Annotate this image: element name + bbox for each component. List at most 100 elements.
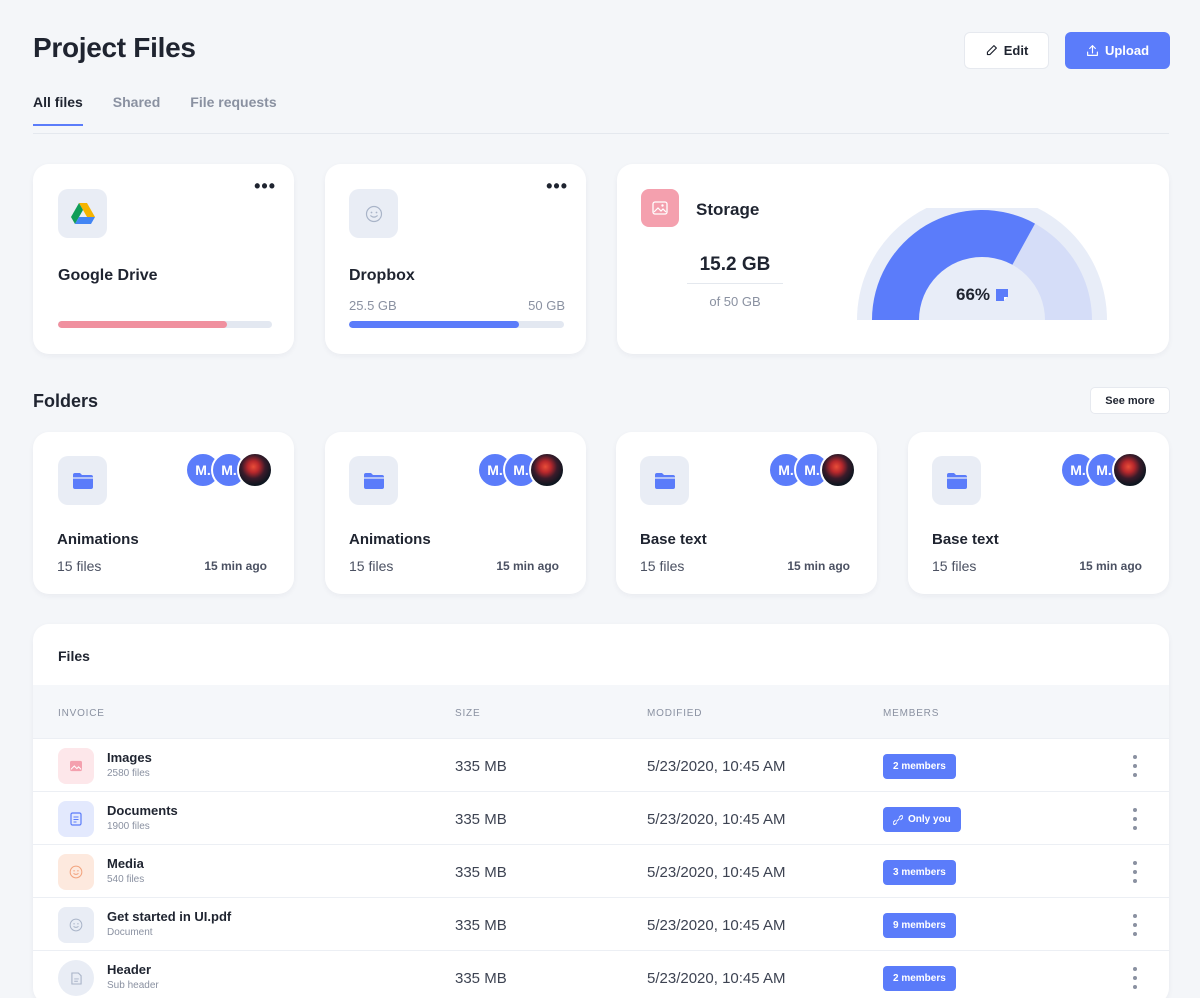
cloud-name: Dropbox: [349, 267, 415, 284]
folder-name: Base text: [640, 531, 707, 548]
folder-icon: [349, 456, 398, 505]
smiley-icon: [58, 854, 94, 890]
file-name: Get started in UI.pdf: [107, 909, 232, 924]
member-avatars: M. M.: [768, 452, 856, 488]
folder-name: Animations: [349, 531, 431, 548]
folder-modified: 15 min ago: [1079, 559, 1142, 573]
upload-icon: [1087, 45, 1098, 56]
avatar-photo: [237, 452, 273, 488]
storage-percent: 66%: [956, 285, 1009, 305]
folder-icon: [640, 456, 689, 505]
table-row[interactable]: Header Sub header 335 MB 5/23/2020, 10:4…: [33, 950, 1169, 998]
link-icon: [893, 814, 903, 825]
file-size: 335 MB: [455, 917, 507, 934]
file-name: Documents: [107, 803, 178, 818]
file-sub: 1900 files: [107, 821, 150, 832]
file-modified: 5/23/2020, 10:45 AM: [647, 864, 786, 881]
page-title: Project Files: [33, 32, 196, 63]
file-name: Media: [107, 856, 144, 871]
file-sub: 540 files: [107, 874, 145, 885]
tab-file-requests[interactable]: File requests: [190, 94, 276, 126]
edit-button[interactable]: Edit: [964, 32, 1049, 69]
folder-name: Animations: [57, 531, 139, 548]
image-icon: [58, 748, 94, 784]
files-title: Files: [58, 648, 90, 664]
image-icon: [641, 189, 679, 227]
members-badge[interactable]: 2 members: [883, 754, 956, 779]
file-size: 335 MB: [455, 811, 507, 828]
table-row[interactable]: Documents 1900 files 335 MB 5/23/2020, 1…: [33, 791, 1169, 844]
folder-card[interactable]: M. M. Animations 15 files 15 min ago: [325, 432, 586, 594]
folders-title: Folders: [33, 391, 99, 411]
more-options-icon[interactable]: •••: [546, 176, 568, 197]
google-drive-usage-bar: [58, 321, 272, 328]
upload-button[interactable]: Upload: [1065, 32, 1170, 69]
folder-card[interactable]: M. M. Base text 15 files 15 min ago: [908, 432, 1169, 594]
dropbox-usage-bar: [349, 321, 564, 328]
upload-label: Upload: [1104, 43, 1150, 58]
storage-title: Storage: [696, 200, 760, 219]
avatar-photo: [820, 452, 856, 488]
member-avatars: M. M.: [185, 452, 273, 488]
folder-modified: 15 min ago: [204, 559, 267, 573]
file-size: 335 MB: [455, 864, 507, 881]
file-sub: 2580 files: [107, 768, 150, 779]
members-badge[interactable]: Only you: [883, 807, 961, 832]
members-badge[interactable]: 9 members: [883, 913, 956, 938]
file-icon: [58, 960, 94, 996]
edit-label: Edit: [1003, 43, 1029, 58]
folder-modified: 15 min ago: [787, 559, 850, 573]
folder-card[interactable]: M. M. Base text 15 files 15 min ago: [616, 432, 877, 594]
folder-file-count: 15 files: [932, 558, 977, 574]
column-members[interactable]: MEMBERS: [883, 708, 939, 719]
storage-amount: 15.2 GB: [699, 254, 771, 275]
column-size[interactable]: SIZE: [455, 708, 480, 719]
dropbox-used: 25.5 GB: [349, 298, 397, 313]
google-drive-icon: [58, 189, 107, 238]
table-row[interactable]: Images 2580 files 335 MB 5/23/2020, 10:4…: [33, 738, 1169, 791]
storage-divider: [687, 283, 783, 284]
row-menu-icon[interactable]: [1127, 806, 1143, 832]
file-size: 335 MB: [455, 970, 507, 987]
members-label: 9 members: [893, 920, 946, 931]
note-icon: [996, 289, 1009, 301]
file-name: Header: [107, 962, 152, 977]
row-menu-icon[interactable]: [1127, 753, 1143, 779]
folder-file-count: 15 files: [57, 558, 102, 574]
tab-bar: All files Shared File requests: [33, 94, 277, 126]
folder-card[interactable]: M. M. Animations 15 files 15 min ago: [33, 432, 294, 594]
pencil-icon: [986, 45, 997, 56]
members-label: Only you: [908, 814, 951, 825]
members-label: 2 members: [893, 761, 946, 772]
tab-shared[interactable]: Shared: [113, 94, 160, 126]
dropbox-card[interactable]: ••• Dropbox 25.5 GB 50 GB: [325, 164, 586, 354]
avatar-photo: [1112, 452, 1148, 488]
members-badge[interactable]: 2 members: [883, 966, 956, 991]
file-modified: 5/23/2020, 10:45 AM: [647, 970, 786, 987]
tab-all-files[interactable]: All files: [33, 94, 83, 126]
files-table: Files INVOICE SIZE MODIFIED MEMBERS Imag…: [33, 624, 1169, 998]
file-name: Images: [107, 750, 152, 765]
table-row[interactable]: Media 540 files 335 MB 5/23/2020, 10:45 …: [33, 844, 1169, 897]
row-menu-icon[interactable]: [1127, 912, 1143, 938]
storage-of: of 50 GB: [709, 294, 761, 309]
row-menu-icon[interactable]: [1127, 965, 1143, 991]
column-modified[interactable]: MODIFIED: [647, 708, 702, 719]
folder-name: Base text: [932, 531, 999, 548]
member-avatars: M. M.: [1060, 452, 1148, 488]
table-row[interactable]: Get started in UI.pdf Document 335 MB 5/…: [33, 897, 1169, 950]
see-more-button[interactable]: See more: [1090, 387, 1170, 414]
folder-modified: 15 min ago: [496, 559, 559, 573]
row-menu-icon[interactable]: [1127, 859, 1143, 885]
dropbox-icon: [349, 189, 398, 238]
table-header: [33, 685, 1169, 738]
more-options-icon[interactable]: •••: [254, 176, 276, 197]
tab-divider: [33, 133, 1169, 134]
column-invoice[interactable]: INVOICE: [58, 708, 105, 719]
members-badge[interactable]: 3 members: [883, 860, 956, 885]
file-modified: 5/23/2020, 10:45 AM: [647, 758, 786, 775]
file-modified: 5/23/2020, 10:45 AM: [647, 811, 786, 828]
google-drive-card[interactable]: ••• Google Drive: [33, 164, 294, 354]
folder-icon: [932, 456, 981, 505]
document-icon: [58, 801, 94, 837]
